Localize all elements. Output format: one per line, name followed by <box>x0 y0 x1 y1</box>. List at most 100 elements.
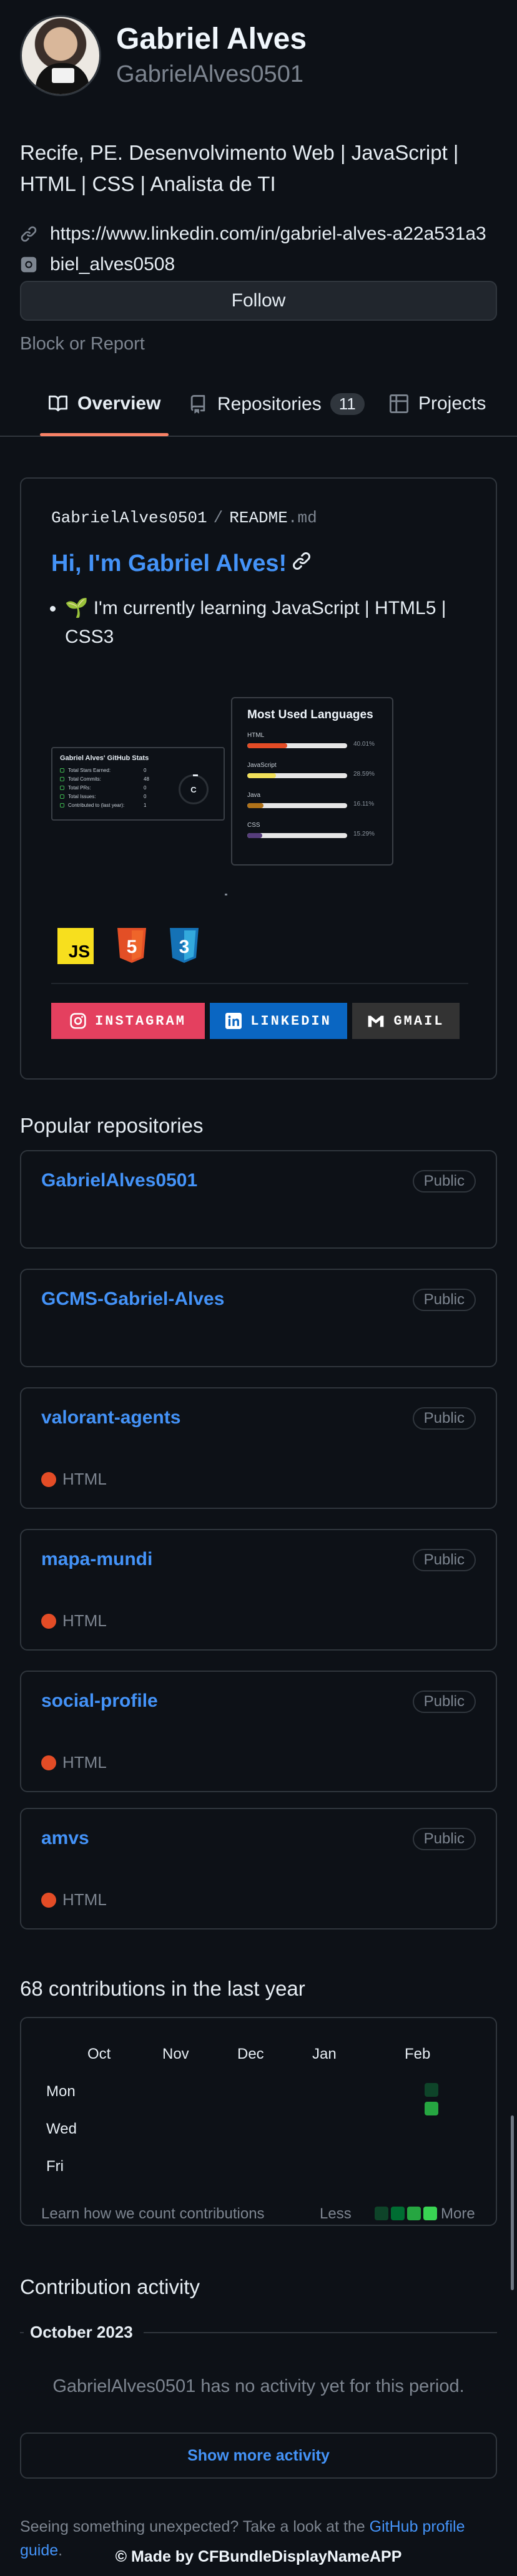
book-icon <box>49 394 67 413</box>
repo-card[interactable]: valorant-agents Public HTML <box>20 1387 497 1509</box>
show-more-activity-button[interactable]: Show more activity <box>20 2432 497 2479</box>
stats-title: Gabriel Alves' GitHub Stats <box>60 754 149 762</box>
repo-name-link[interactable]: GCMS-Gabriel-Alves <box>41 1289 224 1310</box>
repo-card[interactable]: mapa-mundi Public HTML <box>20 1529 497 1651</box>
language-percent: 28.59% <box>353 771 375 778</box>
svg-text:5: 5 <box>127 937 137 957</box>
month-label: Feb <box>405 2046 431 2062</box>
month-label: Jan <box>312 2046 337 2062</box>
repo-name-link[interactable]: amvs <box>41 1828 89 1849</box>
instagram-row[interactable]: biel_alves0508 <box>20 254 175 275</box>
language-row: CSS 15.29% <box>247 822 377 852</box>
language-color-dot <box>41 1471 56 1487</box>
language-row: Java 16.11% <box>247 792 377 822</box>
language-name: Java <box>247 792 261 799</box>
language-name: CSS <box>247 822 260 829</box>
tab-projects-label: Projects <box>418 393 486 414</box>
learn-contributions-link[interactable]: Learn how we count contributions <box>41 2205 265 2223</box>
language-color-dot <box>41 1892 56 1908</box>
language-bar <box>247 743 347 748</box>
repo-card[interactable]: social-profile Public HTML <box>20 1671 497 1792</box>
made-by-banner: © Made by CFBundleDisplayNameAPP <box>115 2548 402 2565</box>
follow-button[interactable]: Follow <box>20 281 497 321</box>
profile-header: Gabriel Alves GabrielAlves0501 <box>20 15 307 96</box>
readme-owner[interactable]: GabrielAlves0501 <box>51 509 207 527</box>
timeline-line <box>20 2332 24 2333</box>
repo-language: HTML <box>41 1611 107 1631</box>
instagram-icon <box>20 256 37 273</box>
language-name: JavaScript <box>247 762 277 769</box>
tab-repositories[interactable]: Repositories 11 <box>189 393 365 415</box>
contribution-cell[interactable] <box>425 2083 438 2097</box>
linkedin-link-row[interactable]: https://www.linkedin.com/in/gabriel-alve… <box>20 223 486 245</box>
repo-name-link[interactable]: valorant-agents <box>41 1407 180 1428</box>
language-bar-fill <box>247 833 263 838</box>
language-name: HTML <box>247 732 265 739</box>
linkedin-url[interactable]: https://www.linkedin.com/in/gabriel-alve… <box>50 223 486 245</box>
linkedin-badge-link[interactable]: LINKEDIN <box>210 1003 347 1039</box>
language-bar <box>247 803 347 808</box>
visibility-badge: Public <box>412 1289 476 1311</box>
language-percent: 40.01% <box>353 741 375 748</box>
month-label: Dec <box>237 2046 264 2062</box>
legend-cell <box>375 2207 388 2220</box>
gmail-badge-link[interactable]: GMAIL <box>352 1003 460 1039</box>
repo-language: HTML <box>41 1890 107 1910</box>
contribution-cell[interactable] <box>425 2102 438 2115</box>
language-color-dot <box>41 1613 56 1629</box>
repo-card[interactable]: GabrielAlves0501 Public <box>20 1150 497 1249</box>
readme-path: GabrielAlves0501/README.md <box>51 509 317 527</box>
anchor-link-icon[interactable] <box>292 550 312 577</box>
language-color-dot <box>41 1755 56 1770</box>
profile-tabs: Overview Repositories 11 Projects <box>0 381 517 437</box>
github-stats-card: Gabriel Alves' GitHub Stats Total Stars … <box>51 747 225 821</box>
avatar[interactable] <box>20 15 101 96</box>
popular-repos-title: Popular repositories <box>20 1114 204 1137</box>
language-row: JavaScript 28.59% <box>247 762 377 792</box>
contributions-title: 68 contributions in the last year <box>20 1977 305 2000</box>
active-tab-indicator <box>40 433 169 436</box>
language-bar-fill <box>247 803 263 808</box>
html5-logo-icon: 5 <box>114 928 150 964</box>
block-or-report-link[interactable]: Block or Report <box>20 334 145 354</box>
day-label: Fri <box>46 2158 64 2175</box>
readme-list: 🌱 I'm currently learning JavaScript | HT… <box>65 594 471 651</box>
scrollbar[interactable] <box>511 2115 514 2290</box>
repo-language: HTML <box>41 1753 107 1772</box>
instagram-badge-link[interactable]: INSTAGRAM <box>51 1003 205 1039</box>
day-label: Mon <box>46 2083 76 2100</box>
languages-title: Most Used Languages <box>247 708 373 721</box>
month-label: Oct <box>87 2046 111 2062</box>
repo-name-link[interactable]: GabrielAlves0501 <box>41 1170 197 1191</box>
repo-icon <box>189 394 207 414</box>
repo-card[interactable]: amvs Public HTML <box>20 1808 497 1930</box>
language-percent: 15.29% <box>353 831 375 837</box>
linkedin-icon <box>225 1013 242 1029</box>
legend-more: More <box>441 2205 475 2222</box>
legend-cell <box>423 2207 437 2220</box>
legend-cell <box>391 2207 405 2220</box>
display-name: Gabriel Alves <box>116 22 307 56</box>
repo-language: HTML <box>41 1470 107 1489</box>
contribution-calendar: Oct Nov Dec Jan Feb Mon Wed Fri Learn ho… <box>20 2017 497 2226</box>
repo-card[interactable]: GCMS-Gabriel-Alves Public <box>20 1269 497 1367</box>
readme-heading: Hi, I'm Gabriel Alves! <box>51 550 312 577</box>
table-icon <box>390 394 408 413</box>
instagram-handle[interactable]: biel_alves0508 <box>50 254 175 275</box>
repo-name-link[interactable]: social-profile <box>41 1690 158 1712</box>
legend-less: Less <box>320 2205 352 2222</box>
repo-name-link[interactable]: mapa-mundi <box>41 1549 152 1570</box>
instagram-icon <box>70 1013 86 1029</box>
gmail-icon <box>367 1014 385 1028</box>
visibility-badge: Public <box>412 1170 476 1193</box>
languages-card: Most Used Languages HTML 40.01% JavaScript… <box>231 697 393 866</box>
language-bar <box>247 773 347 778</box>
tab-projects[interactable]: Projects <box>390 393 486 414</box>
tab-overview[interactable]: Overview <box>49 393 160 414</box>
repo-count-badge: 11 <box>330 393 365 415</box>
language-bar-fill <box>247 743 288 748</box>
readme-divider <box>51 983 468 984</box>
link-icon <box>20 225 37 243</box>
separator-dot <box>225 894 227 895</box>
language-percent: 16.11% <box>353 801 375 807</box>
